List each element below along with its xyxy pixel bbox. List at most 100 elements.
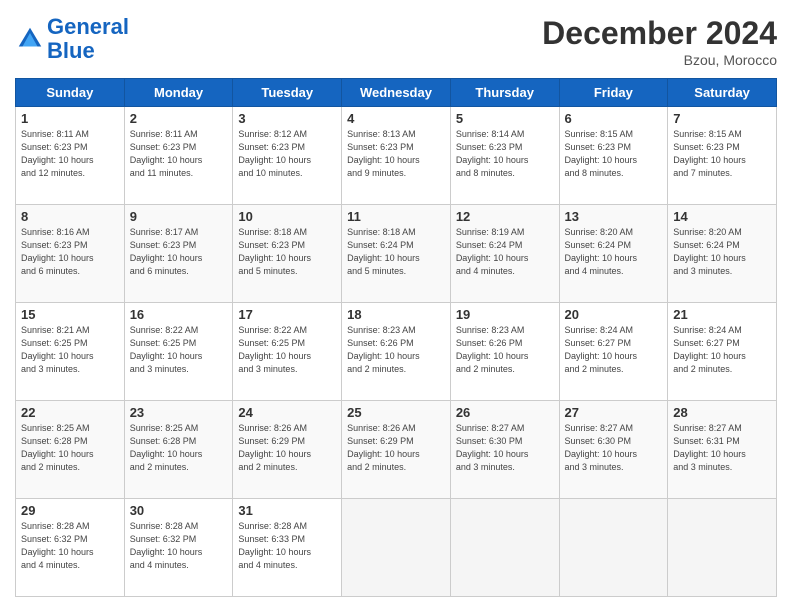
calendar-day-cell: 8 Sunrise: 8:16 AM Sunset: 6:23 PM Daylig… xyxy=(16,205,125,303)
day-number: 29 xyxy=(21,503,119,518)
calendar-day-cell: 13 Sunrise: 8:20 AM Sunset: 6:24 PM Dayli… xyxy=(559,205,668,303)
day-number: 25 xyxy=(347,405,445,420)
calendar-day-cell: 27Sunrise: 8:27 AM Sunset: 6:30 PM Dayli… xyxy=(559,401,668,499)
calendar-day-cell: 12 Sunrise: 8:19 AM Sunset: 6:24 PM Dayli… xyxy=(450,205,559,303)
day-number: 10 xyxy=(238,209,336,224)
logo-line1: General xyxy=(47,14,129,39)
calendar-day-cell: 30 Sunrise: 8:28 AM Sunset: 6:32 PM Dayli… xyxy=(124,499,233,597)
day-number: 4 xyxy=(347,111,445,126)
day-number: 24 xyxy=(238,405,336,420)
calendar-day-cell: 9 Sunrise: 8:17 AM Sunset: 6:23 PM Daylig… xyxy=(124,205,233,303)
day-info: Sunrise: 8:11 AM Sunset: 6:23 PM Dayligh… xyxy=(21,128,119,180)
calendar-day-cell xyxy=(342,499,451,597)
day-number: 2 xyxy=(130,111,228,126)
day-info: Sunrise: 8:26 AM Sunset: 6:29 PM Dayligh… xyxy=(347,422,445,474)
day-info: Sunrise: 8:21 AM Sunset: 6:25 PM Dayligh… xyxy=(21,324,119,376)
day-info: Sunrise: 8:22 AM Sunset: 6:25 PM Dayligh… xyxy=(130,324,228,376)
day-number: 17 xyxy=(238,307,336,322)
page: General Blue December 2024 Bzou, Morocco… xyxy=(0,0,792,612)
day-info: Sunrise: 8:20 AM Sunset: 6:24 PM Dayligh… xyxy=(565,226,663,278)
day-number: 8 xyxy=(21,209,119,224)
day-info: Sunrise: 8:22 AM Sunset: 6:25 PM Dayligh… xyxy=(238,324,336,376)
calendar-day-cell: 20Sunrise: 8:24 AM Sunset: 6:27 PM Dayli… xyxy=(559,303,668,401)
header: General Blue December 2024 Bzou, Morocco xyxy=(15,15,777,68)
day-info: Sunrise: 8:12 AM Sunset: 6:23 PM Dayligh… xyxy=(238,128,336,180)
calendar-day-cell: 10 Sunrise: 8:18 AM Sunset: 6:23 PM Dayli… xyxy=(233,205,342,303)
calendar-day-cell: 11Sunrise: 8:18 AM Sunset: 6:24 PM Dayli… xyxy=(342,205,451,303)
day-info: Sunrise: 8:25 AM Sunset: 6:28 PM Dayligh… xyxy=(21,422,119,474)
calendar-day-cell xyxy=(559,499,668,597)
calendar-day-cell: 29 Sunrise: 8:28 AM Sunset: 6:32 PM Dayli… xyxy=(16,499,125,597)
calendar-week-row: 15Sunrise: 8:21 AM Sunset: 6:25 PM Dayli… xyxy=(16,303,777,401)
calendar-day-cell: 21Sunrise: 8:24 AM Sunset: 6:27 PM Dayli… xyxy=(668,303,777,401)
day-number: 11 xyxy=(347,209,445,224)
day-info: Sunrise: 8:13 AM Sunset: 6:23 PM Dayligh… xyxy=(347,128,445,180)
day-number: 31 xyxy=(238,503,336,518)
day-info: Sunrise: 8:27 AM Sunset: 6:30 PM Dayligh… xyxy=(565,422,663,474)
calendar-day-cell: 16 Sunrise: 8:22 AM Sunset: 6:25 PM Dayli… xyxy=(124,303,233,401)
calendar-day-cell: 17 Sunrise: 8:22 AM Sunset: 6:25 PM Dayli… xyxy=(233,303,342,401)
calendar-day-cell: 3 Sunrise: 8:12 AM Sunset: 6:23 PM Daylig… xyxy=(233,107,342,205)
day-number: 6 xyxy=(565,111,663,126)
logo-line2: Blue xyxy=(47,38,95,63)
day-info: Sunrise: 8:28 AM Sunset: 6:32 PM Dayligh… xyxy=(21,520,119,572)
calendar-day-cell: 5Sunrise: 8:14 AM Sunset: 6:23 PM Daylig… xyxy=(450,107,559,205)
day-number: 13 xyxy=(565,209,663,224)
day-number: 3 xyxy=(238,111,336,126)
calendar-week-row: 1 Sunrise: 8:11 AM Sunset: 6:23 PM Daylig… xyxy=(16,107,777,205)
day-number: 20 xyxy=(565,307,663,322)
calendar-day-cell: 6Sunrise: 8:15 AM Sunset: 6:23 PM Daylig… xyxy=(559,107,668,205)
location: Bzou, Morocco xyxy=(542,52,777,68)
weekday-header-cell: Sunday xyxy=(16,79,125,107)
calendar-day-cell: 24 Sunrise: 8:26 AM Sunset: 6:29 PM Dayli… xyxy=(233,401,342,499)
calendar-day-cell xyxy=(668,499,777,597)
day-info: Sunrise: 8:11 AM Sunset: 6:23 PM Dayligh… xyxy=(130,128,228,180)
calendar-day-cell: 25 Sunrise: 8:26 AM Sunset: 6:29 PM Dayli… xyxy=(342,401,451,499)
day-number: 12 xyxy=(456,209,554,224)
title-area: December 2024 Bzou, Morocco xyxy=(542,15,777,68)
calendar-week-row: 22 Sunrise: 8:25 AM Sunset: 6:28 PM Dayli… xyxy=(16,401,777,499)
day-number: 1 xyxy=(21,111,119,126)
calendar-day-cell xyxy=(450,499,559,597)
weekday-header-cell: Wednesday xyxy=(342,79,451,107)
calendar-day-cell: 28Sunrise: 8:27 AM Sunset: 6:31 PM Dayli… xyxy=(668,401,777,499)
calendar-day-cell: 23Sunrise: 8:25 AM Sunset: 6:28 PM Dayli… xyxy=(124,401,233,499)
calendar-day-cell: 22 Sunrise: 8:25 AM Sunset: 6:28 PM Dayli… xyxy=(16,401,125,499)
calendar-day-cell: 2 Sunrise: 8:11 AM Sunset: 6:23 PM Daylig… xyxy=(124,107,233,205)
day-info: Sunrise: 8:17 AM Sunset: 6:23 PM Dayligh… xyxy=(130,226,228,278)
day-number: 30 xyxy=(130,503,228,518)
calendar-week-row: 8 Sunrise: 8:16 AM Sunset: 6:23 PM Daylig… xyxy=(16,205,777,303)
calendar-table: SundayMondayTuesdayWednesdayThursdayFrid… xyxy=(15,78,777,597)
calendar-day-cell: 26Sunrise: 8:27 AM Sunset: 6:30 PM Dayli… xyxy=(450,401,559,499)
day-info: Sunrise: 8:23 AM Sunset: 6:26 PM Dayligh… xyxy=(347,324,445,376)
day-info: Sunrise: 8:15 AM Sunset: 6:23 PM Dayligh… xyxy=(673,128,771,180)
day-number: 21 xyxy=(673,307,771,322)
calendar-day-cell: 14Sunrise: 8:20 AM Sunset: 6:24 PM Dayli… xyxy=(668,205,777,303)
day-number: 28 xyxy=(673,405,771,420)
day-info: Sunrise: 8:18 AM Sunset: 6:23 PM Dayligh… xyxy=(238,226,336,278)
calendar-day-cell: 1 Sunrise: 8:11 AM Sunset: 6:23 PM Daylig… xyxy=(16,107,125,205)
month-title: December 2024 xyxy=(542,15,777,52)
calendar-day-cell: 15Sunrise: 8:21 AM Sunset: 6:25 PM Dayli… xyxy=(16,303,125,401)
weekday-header-cell: Saturday xyxy=(668,79,777,107)
day-info: Sunrise: 8:26 AM Sunset: 6:29 PM Dayligh… xyxy=(238,422,336,474)
day-number: 5 xyxy=(456,111,554,126)
day-number: 16 xyxy=(130,307,228,322)
day-info: Sunrise: 8:28 AM Sunset: 6:32 PM Dayligh… xyxy=(130,520,228,572)
day-number: 7 xyxy=(673,111,771,126)
day-info: Sunrise: 8:25 AM Sunset: 6:28 PM Dayligh… xyxy=(130,422,228,474)
day-info: Sunrise: 8:16 AM Sunset: 6:23 PM Dayligh… xyxy=(21,226,119,278)
weekday-header-row: SundayMondayTuesdayWednesdayThursdayFrid… xyxy=(16,79,777,107)
calendar-day-cell: 4 Sunrise: 8:13 AM Sunset: 6:23 PM Daylig… xyxy=(342,107,451,205)
weekday-header-cell: Monday xyxy=(124,79,233,107)
day-info: Sunrise: 8:27 AM Sunset: 6:30 PM Dayligh… xyxy=(456,422,554,474)
day-number: 9 xyxy=(130,209,228,224)
day-number: 22 xyxy=(21,405,119,420)
day-info: Sunrise: 8:19 AM Sunset: 6:24 PM Dayligh… xyxy=(456,226,554,278)
weekday-header-cell: Friday xyxy=(559,79,668,107)
weekday-header-cell: Thursday xyxy=(450,79,559,107)
weekday-header-cell: Tuesday xyxy=(233,79,342,107)
logo-text: General Blue xyxy=(47,15,129,63)
logo-icon xyxy=(15,24,45,54)
day-number: 18 xyxy=(347,307,445,322)
